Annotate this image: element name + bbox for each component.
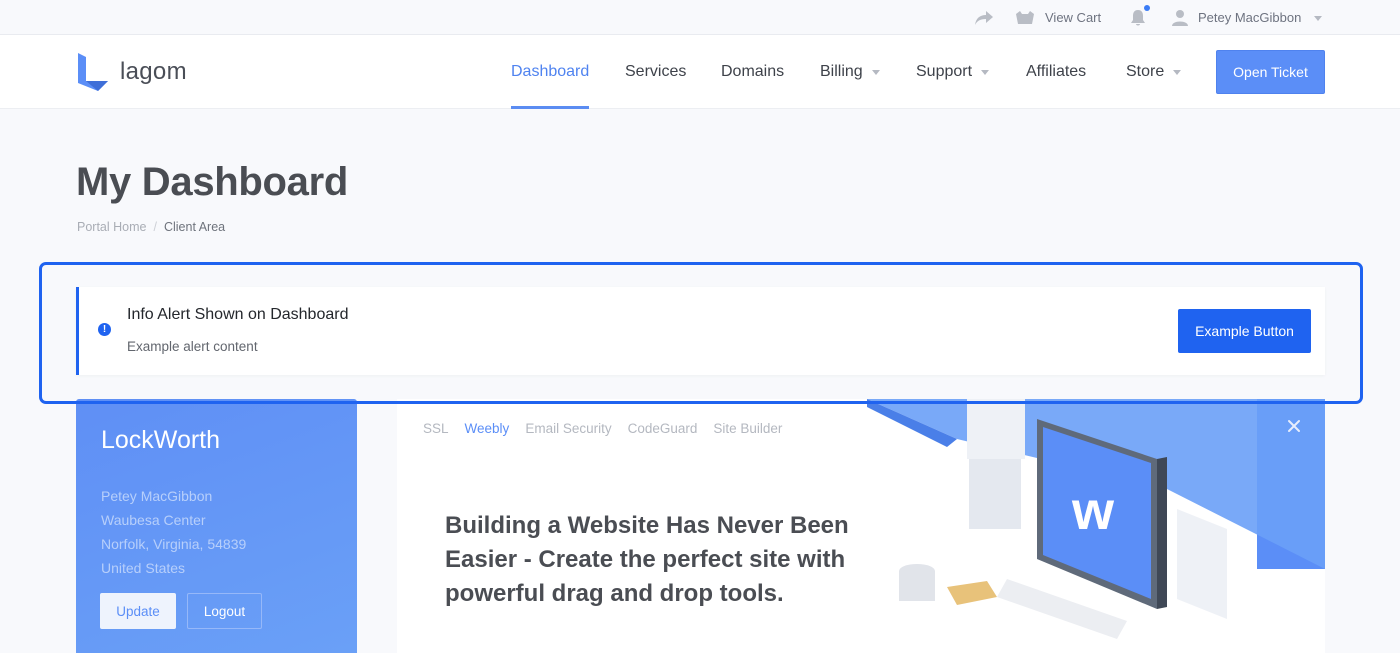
view-cart-link[interactable]: View Cart <box>1015 0 1101 35</box>
weebly-illustration: w <box>867 399 1325 639</box>
tab-site-builder[interactable]: Site Builder <box>713 421 782 436</box>
chevron-down-icon <box>871 70 880 75</box>
address-line: Norfolk, Virginia, 54839 <box>101 536 247 552</box>
basket-icon <box>1016 10 1034 24</box>
utility-bar: View Cart Petey MacGibbon <box>0 0 1400 35</box>
nav-support[interactable]: Support <box>916 35 990 109</box>
info-alert: ! Info Alert Shown on Dashboard Example … <box>76 287 1325 375</box>
chevron-down-icon <box>1314 15 1323 21</box>
nav-affiliates-label: Affiliates <box>1026 63 1087 80</box>
tab-weebly[interactable]: Weebly <box>465 421 510 436</box>
client-address: Petey MacGibbon Waubesa Center Norfolk, … <box>101 484 246 580</box>
nav-support-label: Support <box>916 63 973 80</box>
close-icon[interactable] <box>1285 417 1303 435</box>
page-title: My Dashboard <box>76 160 349 204</box>
promo-headline: Building a Website Has Never Been Easier… <box>445 512 849 607</box>
update-button[interactable]: Update <box>100 593 176 629</box>
logo-text: lagom <box>120 58 187 85</box>
tab-email-security[interactable]: Email Security <box>525 421 611 436</box>
nav-billing[interactable]: Billing <box>820 35 880 109</box>
nav-domains[interactable]: Domains <box>721 35 784 109</box>
nav-store[interactable]: Store <box>1126 35 1182 109</box>
nav-affiliates[interactable]: Affiliates <box>1026 35 1086 109</box>
nav-dashboard-label: Dashboard <box>511 63 590 80</box>
promo-tabs: SSL Weebly Email Security CodeGuard Site… <box>423 421 782 436</box>
breadcrumb: Portal Home / Client Area <box>77 220 225 234</box>
address-line: Waubesa Center <box>101 512 206 528</box>
lagom-logo-icon <box>78 53 108 91</box>
nav-services[interactable]: Services <box>625 35 686 109</box>
view-cart-label: View Cart <box>1045 10 1102 25</box>
nav-dashboard[interactable]: Dashboard <box>511 35 590 109</box>
address-line: Petey MacGibbon <box>101 488 213 504</box>
breadcrumb-portal-home[interactable]: Portal Home <box>77 220 146 234</box>
alert-title: Info Alert Shown on Dashboard <box>127 306 349 323</box>
client-card: LockWorth Petey MacGibbon Waubesa Center… <box>76 399 357 653</box>
breadcrumb-separator: / <box>153 220 157 234</box>
user-name: Petey MacGibbon <box>1198 10 1302 25</box>
logo[interactable]: lagom <box>76 51 187 93</box>
chevron-down-icon <box>981 70 990 75</box>
bell-icon <box>1131 9 1145 25</box>
nav-services-label: Services <box>625 63 687 80</box>
share-icon[interactable] <box>974 0 994 35</box>
alert-body: Example alert content <box>127 339 258 354</box>
example-button[interactable]: Example Button <box>1178 309 1311 353</box>
address-line: United States <box>101 560 186 576</box>
open-ticket-button[interactable]: Open Ticket <box>1216 50 1325 94</box>
main-header: lagom Dashboard Services Domains Billing… <box>0 35 1400 109</box>
promo-panel: w SSL Weebly Email Security CodeGuard Si… <box>397 399 1325 653</box>
nav-domains-label: Domains <box>721 63 785 80</box>
breadcrumb-current: Client Area <box>163 220 226 234</box>
nav-store-label: Store <box>1126 63 1165 80</box>
logout-button[interactable]: Logout <box>187 593 262 629</box>
svg-text:w: w <box>1071 481 1115 541</box>
notifications-button[interactable] <box>1129 0 1150 35</box>
user-icon <box>1172 10 1188 26</box>
tab-codeguard[interactable]: CodeGuard <box>628 421 698 436</box>
client-name: LockWorth <box>101 426 221 454</box>
user-menu[interactable]: Petey MacGibbon <box>1172 0 1323 35</box>
nav-billing-label: Billing <box>820 63 863 80</box>
info-icon: ! <box>98 323 111 336</box>
chevron-down-icon <box>1173 70 1182 75</box>
tab-ssl[interactable]: SSL <box>423 421 449 436</box>
notification-dot <box>1144 4 1150 11</box>
